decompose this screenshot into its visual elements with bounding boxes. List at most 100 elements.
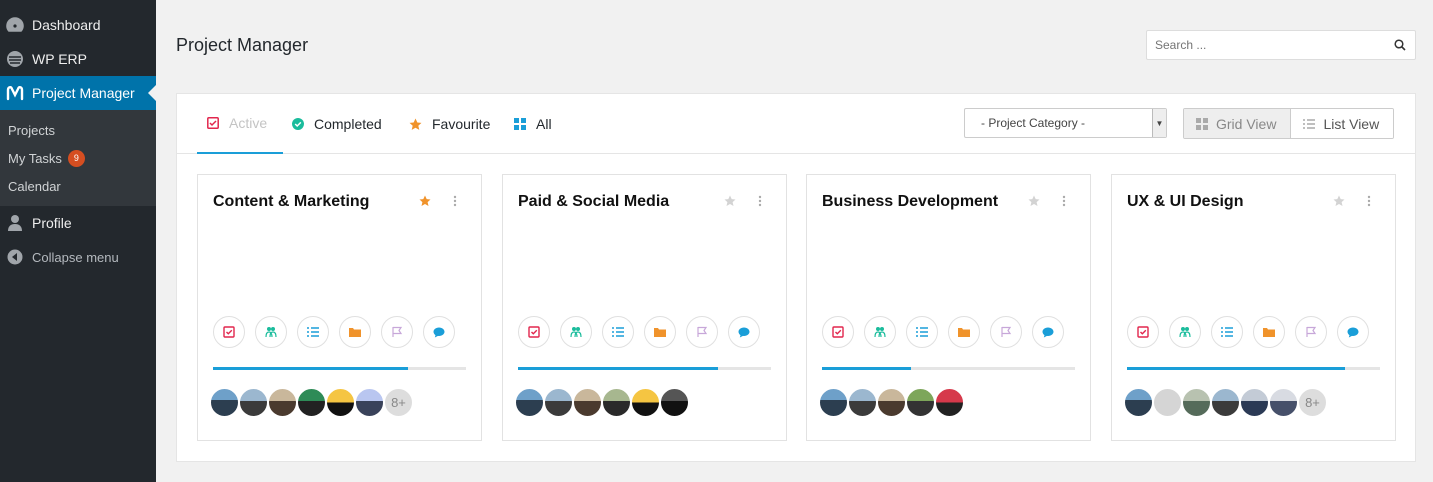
favourite-star-icon[interactable] <box>419 195 431 207</box>
files-folder-icon[interactable] <box>644 316 676 348</box>
more-options-icon[interactable] <box>453 195 457 207</box>
tab-label: Completed <box>314 116 382 132</box>
tab-label: All <box>536 116 552 132</box>
avatar[interactable] <box>1268 387 1299 418</box>
sidebar-item-wp-erp[interactable]: WP ERP <box>0 42 156 76</box>
sidebar-item-label: Project Manager <box>32 85 135 101</box>
grid-view-icon <box>1196 117 1208 130</box>
favourite-star-icon[interactable] <box>1333 195 1345 207</box>
comments-icon[interactable] <box>423 316 455 348</box>
avatar[interactable] <box>818 387 849 418</box>
more-members-badge[interactable]: 8+ <box>383 387 414 418</box>
task-list-icon[interactable] <box>1211 316 1243 348</box>
more-options-icon[interactable] <box>758 195 762 207</box>
project-title[interactable]: Paid & Social Media <box>518 193 669 211</box>
avatar[interactable] <box>630 387 661 418</box>
discussions-icon[interactable] <box>1169 316 1201 348</box>
sidebar-item-profile[interactable]: Profile <box>0 206 156 240</box>
project-card[interactable]: UX & UI Design 8+ <box>1111 174 1396 441</box>
milestone-flag-icon[interactable] <box>381 316 413 348</box>
submenu-projects[interactable]: Projects <box>0 116 156 144</box>
tasks-icon[interactable] <box>518 316 550 348</box>
project-actions <box>822 316 1074 348</box>
files-folder-icon[interactable] <box>339 316 371 348</box>
search-icon[interactable] <box>1385 39 1415 51</box>
discussions-icon[interactable] <box>255 316 287 348</box>
project-actions <box>518 316 770 348</box>
avatar[interactable] <box>572 387 603 418</box>
project-title[interactable]: Content & Marketing <box>213 193 369 211</box>
project-card[interactable]: Content & Marketing 8+ <box>197 174 482 441</box>
avatar[interactable] <box>876 387 907 418</box>
comments-icon[interactable] <box>1337 316 1369 348</box>
project-card[interactable]: Business Development <box>806 174 1091 441</box>
project-category-select[interactable]: - Project Category - ▼ <box>964 108 1167 138</box>
sidebar-item-dashboard[interactable]: Dashboard <box>0 8 156 42</box>
tab-favourite[interactable]: Favourite <box>409 94 490 154</box>
tab-completed[interactable]: Completed <box>292 94 382 154</box>
projects-panel: Active Completed Favourite All - Project… <box>176 93 1416 462</box>
list-view-button[interactable]: List View <box>1291 109 1394 138</box>
tab-all[interactable]: All <box>514 94 552 154</box>
list-view-label: List View <box>1323 115 1380 132</box>
avatar[interactable] <box>209 387 240 418</box>
project-progress-bar <box>213 367 466 370</box>
tasks-icon[interactable] <box>822 316 854 348</box>
more-members-badge[interactable]: 8+ <box>1297 387 1328 418</box>
avatar[interactable] <box>543 387 574 418</box>
task-list-icon[interactable] <box>602 316 634 348</box>
progress-fill <box>213 367 408 370</box>
grid-icon <box>514 118 526 130</box>
completed-check-icon <box>292 118 304 130</box>
submenu-calendar[interactable]: Calendar <box>0 172 156 200</box>
collapse-arrow-icon <box>6 248 24 266</box>
tasks-icon[interactable] <box>213 316 245 348</box>
milestone-flag-icon[interactable] <box>686 316 718 348</box>
avatar[interactable] <box>267 387 298 418</box>
discussions-icon[interactable] <box>560 316 592 348</box>
files-folder-icon[interactable] <box>948 316 980 348</box>
discussions-icon[interactable] <box>864 316 896 348</box>
project-card[interactable]: Paid & Social Media <box>502 174 787 441</box>
collapse-menu-button[interactable]: Collapse menu <box>0 240 156 274</box>
files-folder-icon[interactable] <box>1253 316 1285 348</box>
comments-icon[interactable] <box>728 316 760 348</box>
avatar[interactable] <box>659 387 690 418</box>
more-options-icon[interactable] <box>1062 195 1066 207</box>
avatar[interactable] <box>905 387 936 418</box>
avatar[interactable] <box>296 387 327 418</box>
project-title[interactable]: Business Development <box>822 193 998 211</box>
comments-icon[interactable] <box>1032 316 1064 348</box>
avatar[interactable] <box>601 387 632 418</box>
avatar[interactable] <box>1123 387 1154 418</box>
avatar[interactable] <box>1181 387 1212 418</box>
search-input[interactable] <box>1147 38 1385 52</box>
task-list-icon[interactable] <box>906 316 938 348</box>
grid-view-button[interactable]: Grid View <box>1184 109 1292 138</box>
milestone-flag-icon[interactable] <box>1295 316 1327 348</box>
star-icon <box>409 118 422 131</box>
user-icon <box>6 214 24 232</box>
project-title[interactable]: UX & UI Design <box>1127 193 1243 211</box>
project-progress-bar <box>822 367 1075 370</box>
project-actions <box>1127 316 1379 348</box>
avatar[interactable] <box>1210 387 1241 418</box>
submenu-my-tasks[interactable]: My Tasks 9 <box>0 144 156 172</box>
avatar[interactable] <box>1152 387 1183 418</box>
team-avatars: 8+ <box>209 387 414 418</box>
tab-active[interactable]: Active <box>197 94 284 154</box>
task-list-icon[interactable] <box>297 316 329 348</box>
milestone-flag-icon[interactable] <box>990 316 1022 348</box>
avatar[interactable] <box>847 387 878 418</box>
avatar[interactable] <box>514 387 545 418</box>
avatar[interactable] <box>1239 387 1270 418</box>
sidebar-item-project-manager[interactable]: Project Manager <box>0 76 156 110</box>
tasks-icon[interactable] <box>1127 316 1159 348</box>
favourite-star-icon[interactable] <box>724 195 736 207</box>
avatar[interactable] <box>325 387 356 418</box>
avatar[interactable] <box>934 387 965 418</box>
favourite-star-icon[interactable] <box>1028 195 1040 207</box>
more-options-icon[interactable] <box>1367 195 1371 207</box>
avatar[interactable] <box>354 387 385 418</box>
avatar[interactable] <box>238 387 269 418</box>
